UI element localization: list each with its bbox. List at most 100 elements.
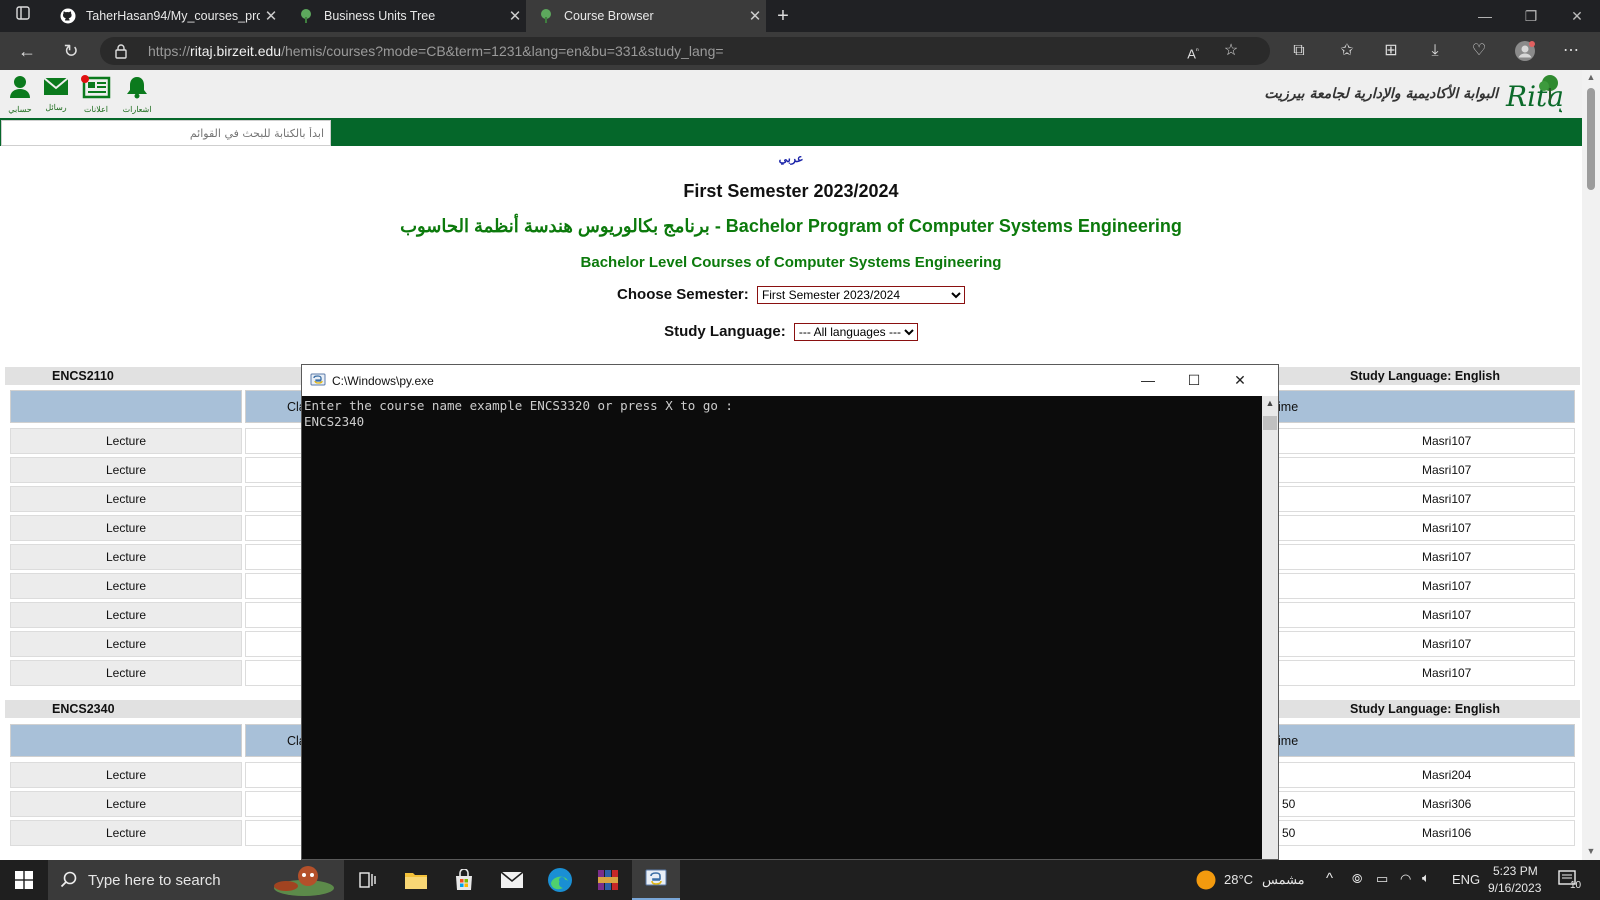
page-scrollbar[interactable]: ▲ ▼ [1582, 70, 1600, 860]
taskbar-search-box[interactable]: Type here to search [48, 860, 344, 900]
time-room-cell: Masri107 [1275, 428, 1575, 454]
scroll-down-icon[interactable]: ▼ [1585, 846, 1597, 856]
favorite-star-icon[interactable]: ☆ [1220, 41, 1242, 61]
console-scrollbar[interactable]: ▲ [1262, 396, 1278, 859]
python-console-taskbar-button[interactable] [632, 860, 680, 900]
tab-actions-icon[interactable] [10, 6, 36, 26]
class-cell [245, 515, 305, 541]
windows-logo-icon [15, 871, 33, 889]
arabic-language-link[interactable]: عربي [779, 153, 804, 165]
console-title: C:\Windows\py.exe [332, 374, 434, 388]
close-tab-icon[interactable]: ✕ [504, 7, 526, 25]
restore-icon[interactable]: ❐ [1508, 0, 1554, 32]
profile-button[interactable]: حسابي [2, 75, 38, 114]
weather-text[interactable]: مشمس [1262, 872, 1305, 888]
announcements-button[interactable]: اعلانات [78, 75, 114, 114]
tab-github[interactable]: TaherHasan94/My_courses_proje ✕ [48, 0, 282, 32]
read-aloud-icon[interactable]: Aⁿ [1182, 41, 1204, 61]
folder-icon [405, 873, 427, 889]
console-scroll-up-icon[interactable]: ▲ [1262, 398, 1278, 408]
menu-search-input[interactable] [1, 120, 331, 146]
search-icon [60, 871, 78, 894]
time-text: 50 [1282, 797, 1296, 811]
lock-icon [114, 43, 130, 59]
show-hidden-icons-icon[interactable]: ^ [1326, 870, 1333, 887]
tab-business-units[interactable]: Business Units Tree ✕ [286, 0, 526, 32]
back-icon[interactable]: ← [15, 40, 39, 62]
volume-icon[interactable]: 🔈︎ [1422, 870, 1430, 886]
minimize-icon[interactable]: — [1462, 0, 1508, 32]
profile-avatar-icon[interactable] [1514, 41, 1536, 61]
downloads-icon[interactable]: ⤓ [1424, 41, 1446, 61]
activity-type-cell: Lecture [10, 486, 242, 512]
new-tab-icon[interactable]: + [770, 6, 796, 26]
tab-title: Course Browser [564, 9, 654, 23]
clock-date[interactable]: 9/16/2023 [1488, 881, 1541, 895]
address-bar[interactable]: https://ritaj.birzeit.edu/hemis/courses?… [100, 37, 1270, 65]
room-text: Masri107 [1422, 463, 1472, 477]
announcements-label: اعلانات [84, 105, 108, 114]
mail-app-button[interactable] [488, 860, 536, 900]
collections-icon[interactable]: ⊞ [1380, 41, 1402, 61]
console-maximize-icon[interactable]: ☐ [1171, 365, 1217, 396]
winrar-button[interactable] [584, 860, 632, 900]
activity-type-cell: Lecture [10, 762, 242, 788]
scroll-up-icon[interactable]: ▲ [1585, 72, 1597, 82]
class-cell [245, 428, 305, 454]
more-menu-icon[interactable]: ⋯ [1560, 41, 1582, 61]
file-explorer-button[interactable] [392, 860, 440, 900]
extensions-icon[interactable]: ⧉ [1288, 41, 1310, 61]
close-tab-icon[interactable]: ✕ [744, 7, 766, 25]
meet-now-icon[interactable]: ⦾ [1352, 871, 1362, 887]
table-header-cell: ime [1275, 724, 1575, 757]
edge-button[interactable] [536, 860, 584, 900]
edge-browser-icon [548, 868, 572, 892]
semester-control: Choose Semester: First Semester 2023/202… [0, 286, 1582, 305]
scrollbar-thumb[interactable] [1587, 88, 1595, 190]
input-language-text[interactable]: ENG [1452, 872, 1480, 887]
notifications-button[interactable]: اشعارات [119, 75, 155, 114]
task-view-button[interactable] [344, 860, 392, 900]
time-room-cell: Masri107 [1275, 515, 1575, 541]
ritaj-logo[interactable]: Ritaj [1504, 74, 1573, 119]
course-code: ENCS2110 [52, 369, 114, 383]
time-room-cell: Masri107 [1275, 631, 1575, 657]
performance-icon[interactable]: ♡ [1468, 41, 1490, 61]
temperature-text[interactable]: 28°C [1224, 872, 1253, 887]
store-button[interactable] [440, 860, 488, 900]
battery-icon[interactable]: ▭ [1376, 871, 1388, 887]
close-window-icon[interactable]: ✕ [1554, 0, 1600, 32]
class-cell [245, 544, 305, 570]
console-titlebar[interactable]: C:\Windows\py.exe — ☐ ✕ [302, 365, 1278, 396]
windows-taskbar: Type here to search 28°C مشمس ^ ⦾ ▭ ◠ 🔈︎… [0, 860, 1600, 900]
python-icon [310, 372, 326, 393]
tab-course-browser[interactable]: Course Browser ✕ [526, 0, 766, 32]
close-tab-icon[interactable]: ✕ [260, 7, 282, 25]
console-prompt-line: Enter the course name example ENCS3320 o… [304, 398, 733, 413]
study-language-select[interactable]: --- All languages --- [793, 323, 918, 342]
start-button[interactable] [0, 860, 48, 900]
python-console-window[interactable]: C:\Windows\py.exe — ☐ ✕ Enter the course… [301, 364, 1279, 860]
semester-select[interactable]: First Semester 2023/2024 [756, 286, 965, 305]
time-room-cell: Masri107 [1275, 573, 1575, 599]
console-minimize-icon[interactable]: — [1125, 365, 1171, 396]
clock-time[interactable]: 5:23 PM [1493, 864, 1538, 878]
portal-title: البوابة الأكاديمية والإدارية لجامعة بيرز… [1264, 86, 1498, 102]
messages-button[interactable]: رسائل [38, 75, 74, 112]
activity-type-cell: Lecture [10, 428, 242, 454]
console-close-icon[interactable]: ✕ [1217, 365, 1263, 396]
activity-type-cell: Lecture [10, 660, 242, 686]
class-cell [245, 762, 305, 788]
room-text: Masri107 [1422, 666, 1472, 680]
console-scroll-thumb[interactable] [1263, 416, 1277, 430]
browser-toolbar: ← ↻ https://ritaj.birzeit.edu/hemis/cour… [0, 32, 1600, 70]
table-header-cell: Cla [245, 390, 306, 423]
console-output[interactable]: Enter the course name example ENCS3320 o… [304, 398, 733, 430]
wifi-icon[interactable]: ◠ [1400, 871, 1411, 887]
favorites-icon[interactable]: ✩ [1336, 41, 1358, 61]
activity-type-cell: Lecture [10, 631, 242, 657]
time-room-cell: Masri107 [1275, 660, 1575, 686]
search-strip [0, 118, 1582, 146]
refresh-icon[interactable]: ↻ [59, 40, 83, 62]
mail-icon [43, 77, 69, 95]
